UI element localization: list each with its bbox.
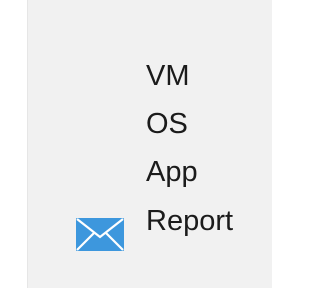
menu-item-os[interactable]: OS [146,105,233,153]
menu-item-vm[interactable]: VM [146,57,233,105]
menu-list: VM OS App Report [146,57,233,241]
menu-item-app[interactable]: App [146,153,233,201]
menu-item-report[interactable]: Report [146,201,233,241]
mail-icon[interactable] [76,218,124,251]
